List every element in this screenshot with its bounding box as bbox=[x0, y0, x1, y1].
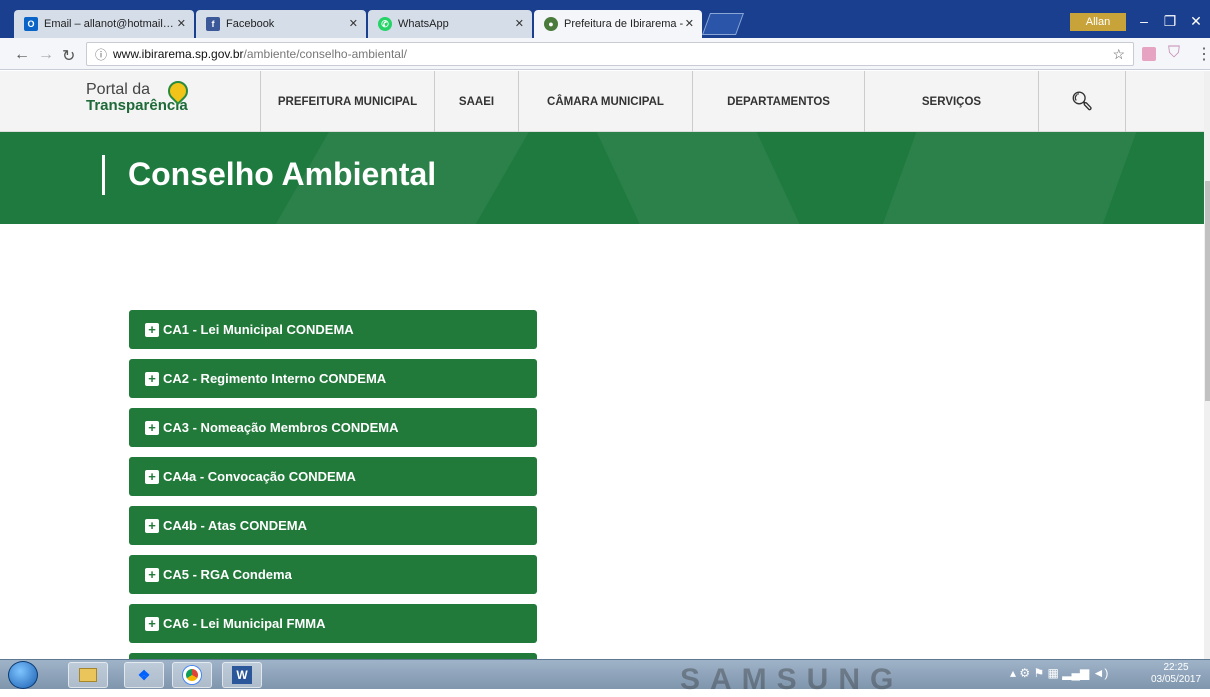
accordion-label: CA4b - Atas CONDEMA bbox=[163, 518, 307, 533]
accordion-item-ca4a[interactable]: + CA4a - Convocação CONDEMA bbox=[129, 457, 537, 496]
site-icon: ● bbox=[544, 17, 558, 31]
address-bar-row: ← → ↻ ⓘ www.ibirarema.sp.gov.br/ambiente… bbox=[0, 38, 1210, 70]
dropbox-icon[interactable]: ❖ bbox=[124, 662, 164, 688]
plus-icon: + bbox=[145, 322, 159, 337]
new-tab-button[interactable] bbox=[701, 13, 745, 35]
bookmark-star-icon[interactable]: ☆ bbox=[1112, 46, 1125, 63]
page-header-banner: Conselho Ambiental bbox=[0, 132, 1205, 224]
accordion-label: CA6 - Lei Municipal FMMA bbox=[163, 616, 326, 631]
system-tray[interactable]: ▴ ⚙ ⚑ ▦ ▂▄▆ ◄) bbox=[1010, 666, 1108, 680]
nav-servicos[interactable]: SERVIÇOS bbox=[864, 71, 1038, 132]
info-icon: ⓘ bbox=[95, 47, 108, 62]
plus-icon: + bbox=[145, 371, 159, 386]
nav-label: PREFEITURA MUNICIPAL bbox=[277, 95, 418, 108]
url-path: /ambiente/conselho-ambiental/ bbox=[243, 47, 407, 61]
accordion-item-ca3[interactable]: + CA3 - Nomeação Membros CONDEMA bbox=[129, 408, 537, 447]
tab-label: WhatsApp bbox=[398, 18, 449, 30]
tab-label: Facebook bbox=[226, 18, 275, 30]
outlook-icon: O bbox=[24, 17, 38, 31]
tab-email[interactable]: O Email – allanot@hotmail… ✕ bbox=[14, 10, 194, 38]
back-arrow-icon[interactable]: ← bbox=[14, 46, 30, 64]
tab-prefeitura[interactable]: ● Prefeitura de Ibirarema - ✕ bbox=[534, 10, 702, 38]
url-input[interactable]: ⓘ www.ibirarema.sp.gov.br/ambiente/conse… bbox=[86, 42, 1134, 66]
word-icon[interactable]: W bbox=[222, 662, 262, 688]
accordion-label: CA1 - Lei Municipal CONDEMA bbox=[163, 322, 354, 337]
logo-line2: Transparência bbox=[86, 97, 188, 114]
decor-shape bbox=[592, 132, 808, 224]
plus-icon: + bbox=[145, 567, 159, 582]
extension-icon[interactable] bbox=[1142, 47, 1156, 61]
nav-saaei[interactable]: SAAEI bbox=[434, 71, 518, 132]
nav-camara[interactable]: CÂMARA MUNICIPAL bbox=[518, 71, 692, 132]
profile-name: Allan bbox=[1085, 16, 1111, 28]
page-title: Conselho Ambiental bbox=[128, 156, 437, 192]
browser-tab-bar: O Email – allanot@hotmail… ✕ f Facebook … bbox=[0, 0, 1210, 38]
whatsapp-icon: ✆ bbox=[378, 17, 392, 31]
taskbar-clock[interactable]: 22:25 03/05/2017 bbox=[1146, 662, 1206, 686]
scrollbar-thumb[interactable] bbox=[1205, 181, 1210, 401]
close-icon[interactable]: ✕ bbox=[685, 17, 694, 30]
portal-logo[interactable]: Portal da Transparência bbox=[86, 76, 236, 123]
file-explorer-icon[interactable] bbox=[68, 662, 108, 688]
accordion-item-ca1[interactable]: + CA1 - Lei Municipal CONDEMA bbox=[129, 310, 537, 349]
accordion-label: CA2 - Regimento Interno CONDEMA bbox=[163, 371, 387, 386]
plus-icon: + bbox=[145, 518, 159, 533]
close-icon[interactable]: ✕ bbox=[177, 17, 186, 30]
site-navbar: Portal da Transparência PREFEITURA MUNIC… bbox=[0, 71, 1210, 132]
tab-label: Prefeitura de Ibirarema - bbox=[564, 18, 684, 30]
profile-button[interactable]: Allan bbox=[1070, 13, 1126, 31]
plus-icon: + bbox=[145, 469, 159, 484]
accordion-label: CA4a - Convocação CONDEMA bbox=[163, 469, 356, 484]
close-icon[interactable]: ✕ bbox=[515, 17, 524, 30]
accordion-item-ca4b[interactable]: + CA4b - Atas CONDEMA bbox=[129, 506, 537, 545]
plus-icon: + bbox=[145, 420, 159, 435]
forward-arrow-icon[interactable]: → bbox=[38, 46, 54, 64]
samsung-watermark: SAMSUNG bbox=[680, 663, 904, 696]
tab-whatsapp[interactable]: ✆ WhatsApp ✕ bbox=[368, 10, 532, 38]
plus-icon: + bbox=[145, 616, 159, 631]
facebook-icon: f bbox=[206, 17, 220, 31]
search-button[interactable]: 🔍︎ bbox=[1038, 71, 1126, 132]
url-host: www.ibirarema.sp.gov.br bbox=[113, 47, 244, 61]
accordion-item-ca6[interactable]: + CA6 - Lei Municipal FMMA bbox=[129, 604, 537, 643]
nav-label: CÂMARA MUNICIPAL bbox=[547, 95, 664, 108]
nav-prefeitura[interactable]: PREFEITURA MUNICIPAL bbox=[260, 71, 434, 132]
windows-taskbar: ❖ W SAMSUNG ▴ ⚙ ⚑ ▦ ▂▄▆ ◄) 22:25 03/05/2… bbox=[0, 659, 1210, 696]
title-accent-bar bbox=[102, 155, 105, 195]
minimize-button[interactable]: – bbox=[1132, 10, 1156, 32]
accordion-label: CA5 - RGA Condema bbox=[163, 567, 292, 582]
clock-time: 22:25 bbox=[1163, 662, 1189, 673]
reload-icon[interactable]: ↻ bbox=[62, 46, 75, 66]
restore-button[interactable]: ❐ bbox=[1158, 10, 1182, 32]
accordion-item-ca5[interactable]: + CA5 - RGA Condema bbox=[129, 555, 537, 594]
tab-facebook[interactable]: f Facebook ✕ bbox=[196, 10, 366, 38]
extension-shield-icon[interactable]: ⛉ bbox=[1168, 44, 1180, 62]
accordion-label: CA3 - Nomeação Membros CONDEMA bbox=[163, 420, 399, 435]
chrome-icon[interactable] bbox=[172, 662, 212, 688]
nav-label: SERVIÇOS bbox=[921, 95, 982, 108]
nav-departamentos[interactable]: DEPARTAMENTOS bbox=[692, 71, 864, 132]
close-icon[interactable]: ✕ bbox=[349, 17, 358, 30]
nav-label: SAAEI bbox=[458, 95, 495, 108]
search-icon: 🔍︎ bbox=[1070, 91, 1094, 111]
menu-kebab-icon[interactable]: ⋮ bbox=[1196, 44, 1210, 64]
tab-label: Email – allanot@hotmail… bbox=[44, 18, 174, 30]
decor-shape bbox=[872, 132, 1148, 224]
accordion-item-ca2[interactable]: + CA2 - Regimento Interno CONDEMA bbox=[129, 359, 537, 398]
page-scrollbar[interactable] bbox=[1204, 71, 1210, 659]
clock-date: 03/05/2017 bbox=[1150, 674, 1202, 685]
start-button[interactable] bbox=[8, 661, 38, 689]
window-close-button[interactable]: ✕ bbox=[1184, 10, 1208, 32]
nav-label: DEPARTAMENTOS bbox=[727, 95, 830, 108]
